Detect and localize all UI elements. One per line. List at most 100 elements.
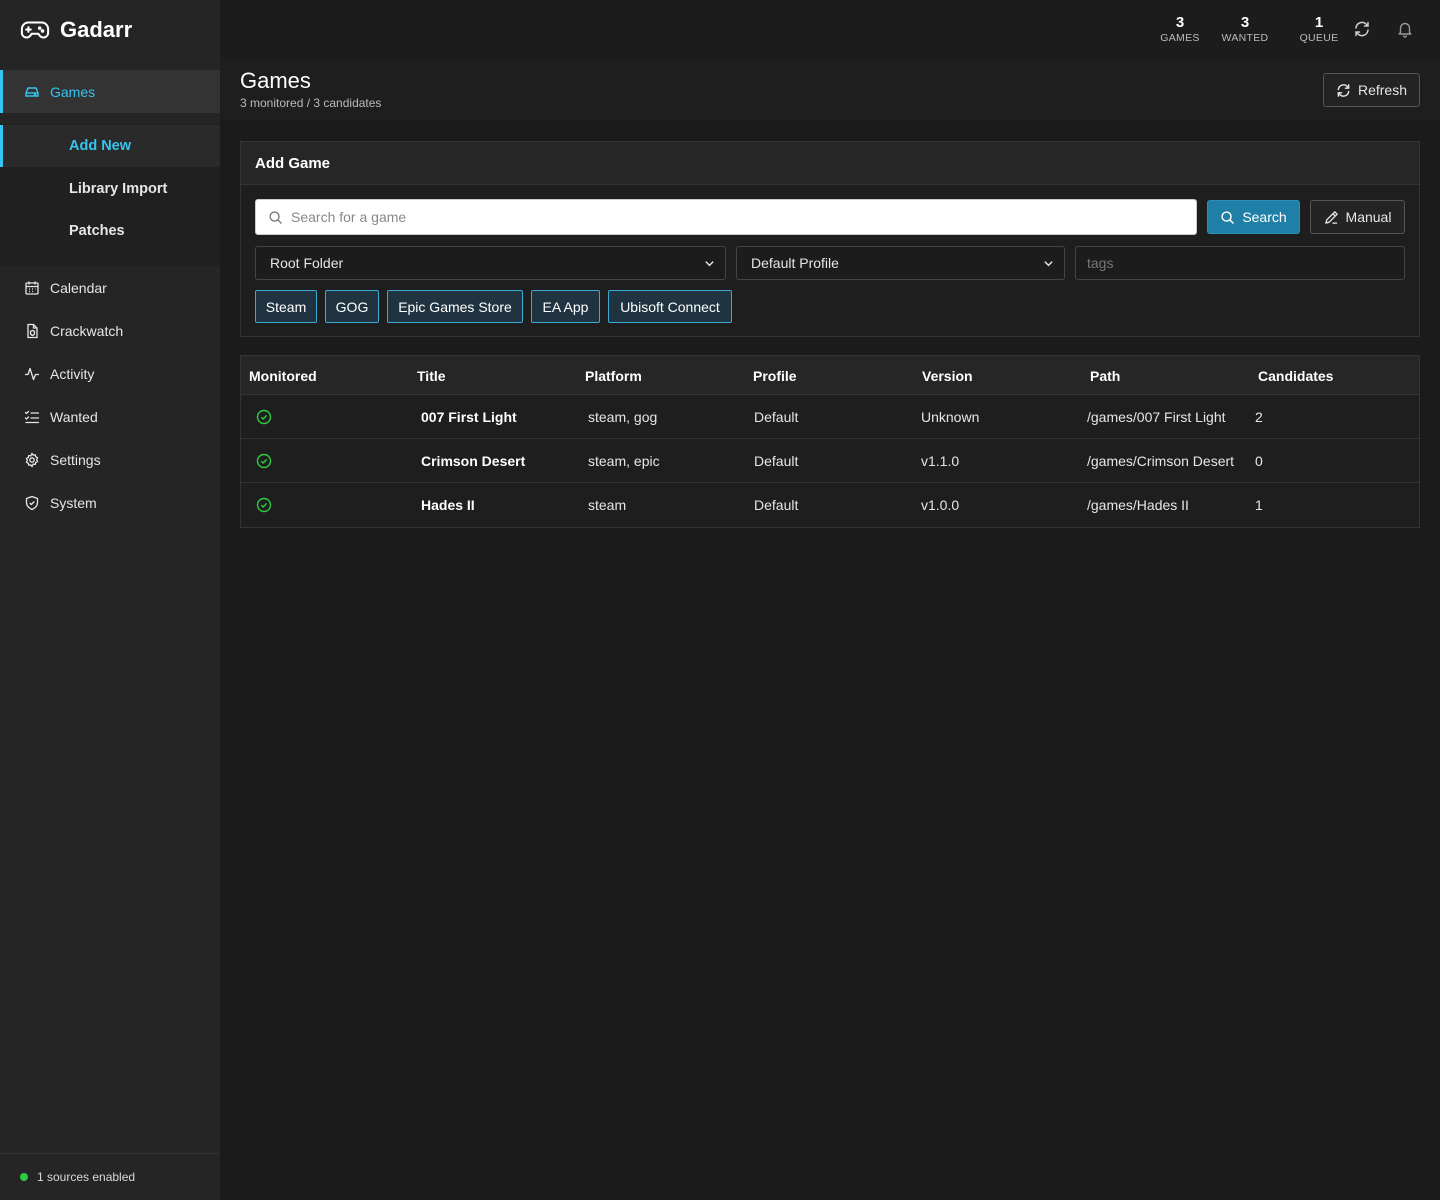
column-header-version[interactable]: Version xyxy=(922,368,973,384)
chevron-down-icon xyxy=(705,260,714,266)
cell-profile: Default xyxy=(754,497,799,513)
cell-candidates: 2 xyxy=(1255,409,1263,425)
cell-path: /games/Hades II xyxy=(1087,497,1189,513)
status-dot xyxy=(20,1173,28,1181)
sidebar: Gadarr Games Add New Library Import Patc… xyxy=(0,0,220,1200)
search-input[interactable] xyxy=(291,209,1196,225)
column-header-monitored[interactable]: Monitored xyxy=(249,368,317,384)
topbar: 3 GAMES 3 WANTED 1 QUEUE xyxy=(220,0,1440,60)
stat-value: 3 xyxy=(1175,14,1185,31)
cell-profile: Default xyxy=(754,409,799,425)
cell-path: /games/007 First Light xyxy=(1087,409,1226,425)
sidebar-item-crackwatch[interactable]: Crackwatch xyxy=(0,309,220,352)
search-icon xyxy=(1221,210,1235,224)
manual-button-label: Manual xyxy=(1345,209,1392,225)
file-shield-icon xyxy=(27,323,38,338)
column-header-title[interactable]: Title xyxy=(417,368,446,384)
page-title: Games xyxy=(240,68,311,93)
stat-label: QUEUE xyxy=(1299,32,1339,44)
sync-icon[interactable] xyxy=(1353,20,1371,38)
store-toggle-ubisoft[interactable]: Ubisoft Connect xyxy=(608,290,732,323)
check-circle-icon[interactable] xyxy=(256,453,272,469)
cell-version: v1.0.0 xyxy=(921,497,960,513)
cell-title[interactable]: 007 First Light xyxy=(421,409,517,425)
cell-platform: steam xyxy=(588,497,627,513)
cell-version: v1.1.0 xyxy=(921,453,960,469)
profile-select[interactable]: Default Profile xyxy=(736,246,1065,280)
column-header-candidates[interactable]: Candidates xyxy=(1258,368,1333,384)
subnav-item-add-new[interactable]: Add New xyxy=(0,125,220,167)
stat-value: 3 xyxy=(1240,14,1250,31)
shield-icon xyxy=(25,495,39,510)
store-toggle-gog[interactable]: GOG xyxy=(325,290,379,323)
add-game-title: Add Game xyxy=(241,142,1419,185)
table-row[interactable]: 007 First Light steam, gog Default Unkno… xyxy=(241,395,1419,439)
stat-value: 1 xyxy=(1314,14,1324,31)
table-header: Monitored Title Platform Profile Version… xyxy=(241,356,1419,395)
pencil-icon xyxy=(1324,210,1338,224)
stat-label: GAMES xyxy=(1160,32,1200,44)
table-row[interactable]: Crimson Desert steam, epic Default v1.1.… xyxy=(241,439,1419,483)
sources-status: 1 sources enabled xyxy=(0,1153,220,1200)
profile-value: Default Profile xyxy=(751,255,839,271)
sidebar-item-calendar[interactable]: Calendar xyxy=(0,266,220,309)
stat-queue[interactable]: 1 QUEUE xyxy=(1298,14,1340,45)
cell-candidates: 1 xyxy=(1255,497,1263,513)
cell-title[interactable]: Hades II xyxy=(421,497,475,513)
check-circle-icon[interactable] xyxy=(256,497,272,513)
sidebar-item-label: Calendar xyxy=(50,279,107,296)
refresh-label: Refresh xyxy=(1357,82,1408,98)
subnav-item-library-import[interactable]: Library Import xyxy=(0,168,220,210)
cell-platform: steam, gog xyxy=(588,409,658,425)
store-toggle-steam[interactable]: Steam xyxy=(255,290,317,323)
sidebar-item-games[interactable]: Games xyxy=(0,70,220,113)
check-circle-icon[interactable] xyxy=(256,409,272,425)
column-header-profile[interactable]: Profile xyxy=(753,368,797,384)
column-header-path[interactable]: Path xyxy=(1090,368,1120,384)
app-name: Gadarr xyxy=(60,17,133,42)
manual-button[interactable]: Manual xyxy=(1310,200,1405,234)
sidebar-item-label: System xyxy=(50,494,97,511)
games-subnav: Add New Library Import Patches xyxy=(0,124,220,266)
games-table: Monitored Title Platform Profile Version… xyxy=(240,355,1420,528)
refresh-icon xyxy=(1337,83,1350,97)
gamepad-icon xyxy=(20,21,50,39)
sources-status-text: 1 sources enabled xyxy=(37,1170,136,1184)
cell-profile: Default xyxy=(754,453,799,469)
subnav-item-patches[interactable]: Patches xyxy=(0,210,220,252)
store-toggle-ea[interactable]: EA App xyxy=(531,290,600,323)
cell-title[interactable]: Crimson Desert xyxy=(421,453,525,469)
cell-platform: steam, epic xyxy=(588,453,660,469)
tags-input[interactable] xyxy=(1087,255,1404,271)
tags-field[interactable] xyxy=(1075,246,1405,280)
search-button[interactable]: Search xyxy=(1207,200,1300,234)
column-header-platform[interactable]: Platform xyxy=(585,368,642,384)
table-row[interactable]: Hades II steam Default v1.0.0 /games/Had… xyxy=(241,483,1419,527)
cell-version: Unknown xyxy=(921,409,980,425)
sidebar-item-label: Crackwatch xyxy=(50,322,124,339)
chevron-down-icon xyxy=(1044,260,1053,266)
add-game-panel: Add Game Search Manual Root Folder Defau… xyxy=(240,141,1420,337)
bell-icon[interactable] xyxy=(1396,20,1414,38)
sidebar-item-activity[interactable]: Activity xyxy=(0,352,220,395)
cell-path: /games/Crimson Desert xyxy=(1087,453,1235,469)
store-toggle-epic[interactable]: Epic Games Store xyxy=(387,290,523,323)
activity-icon xyxy=(25,367,39,380)
search-box[interactable] xyxy=(255,199,1197,235)
sidebar-item-wanted[interactable]: Wanted xyxy=(0,395,220,438)
sidebar-item-settings[interactable]: Settings xyxy=(0,438,220,481)
sidebar-item-system[interactable]: System xyxy=(0,481,220,524)
page-header: Games 3 monitored / 3 candidates Refresh xyxy=(220,60,1440,120)
sidebar-item-label: Games xyxy=(50,83,96,100)
search-button-label: Search xyxy=(1242,209,1287,225)
app-logo[interactable]: Gadarr xyxy=(20,14,132,46)
calendar-icon xyxy=(25,281,39,295)
stat-games[interactable]: 3 GAMES xyxy=(1158,14,1202,45)
refresh-button[interactable]: Refresh xyxy=(1323,73,1420,107)
root-folder-select[interactable]: Root Folder xyxy=(255,246,726,280)
stat-label: WANTED xyxy=(1221,32,1269,44)
sidebar-item-label: Activity xyxy=(50,365,95,382)
list-check-icon xyxy=(24,410,40,423)
stat-wanted[interactable]: 3 WANTED xyxy=(1221,14,1269,45)
sidebar-item-label: Settings xyxy=(50,451,101,468)
